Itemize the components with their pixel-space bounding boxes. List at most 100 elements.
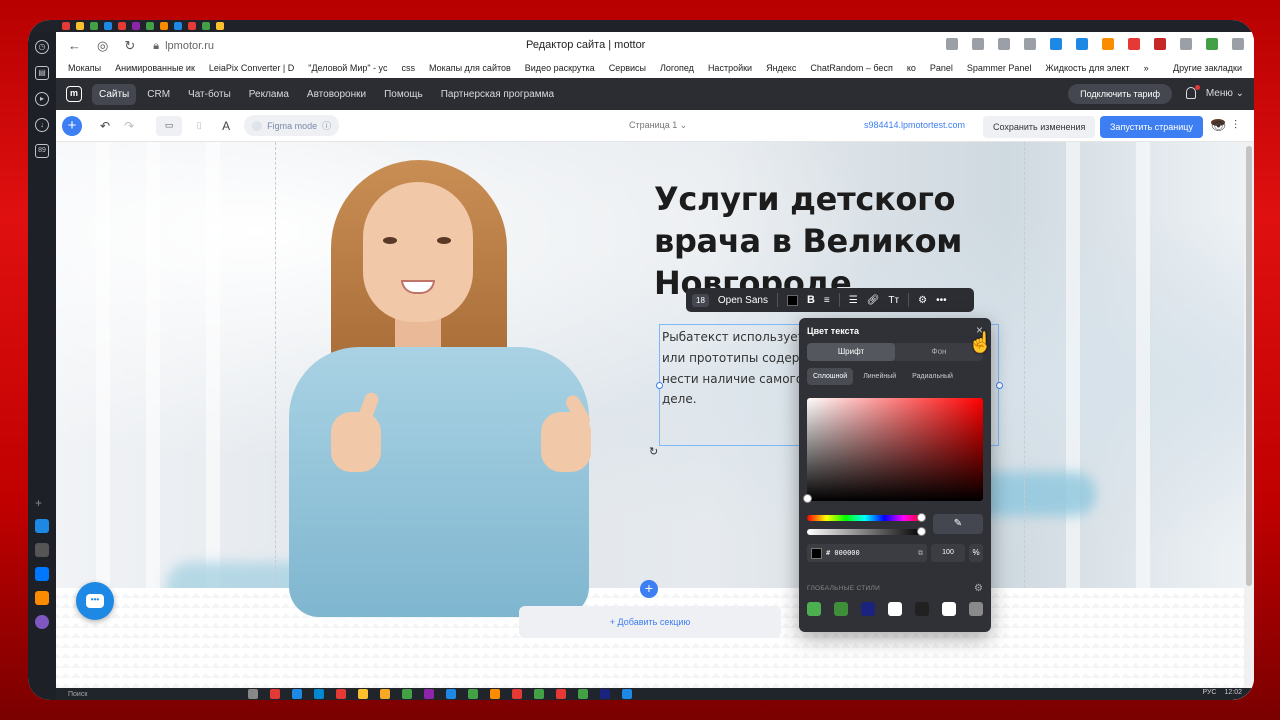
link-icon[interactable]: 🔗︎ <box>867 295 880 306</box>
hue-slider[interactable] <box>807 513 926 522</box>
clock[interactable]: 12:02 <box>1224 689 1242 696</box>
app-icon[interactable] <box>336 689 346 699</box>
extension-icon[interactable] <box>1076 38 1088 50</box>
extension-icon[interactable] <box>1180 38 1192 50</box>
tab-favicon[interactable] <box>188 22 196 30</box>
taskview-icon[interactable] <box>248 689 258 699</box>
swatch[interactable] <box>942 602 956 616</box>
text-case-icon[interactable]: Tт <box>888 295 899 306</box>
menu-dropdown[interactable]: Меню ⌄ <box>1206 88 1244 99</box>
bookmark-item[interactable]: Жидкость для элект <box>1045 63 1129 73</box>
docs-icon[interactable] <box>35 519 49 533</box>
align-icon[interactable]: ≡ <box>824 295 830 306</box>
collections-icon[interactable]: ▤ <box>35 66 49 80</box>
tab-favicon[interactable] <box>202 22 210 30</box>
store-icon[interactable] <box>292 689 302 699</box>
opera-icon[interactable] <box>556 689 566 699</box>
swatch[interactable] <box>915 602 929 616</box>
whatsapp-icon[interactable] <box>578 689 588 699</box>
tab-favicon[interactable] <box>118 22 126 30</box>
eyedropper-icon[interactable]: ✎ <box>933 514 983 534</box>
mail-icon[interactable] <box>35 591 49 605</box>
mode-radial[interactable]: Радиальный <box>906 368 959 385</box>
copy-icon[interactable]: ⧉ <box>918 549 923 558</box>
bookmark-item[interactable]: Логопед <box>660 63 694 73</box>
connect-tariff-button[interactable]: Подключить тариф <box>1068 84 1172 104</box>
bold-button[interactable]: B <box>807 294 815 306</box>
url-field[interactable]: 🔒︎ lpmotor.ru <box>153 40 214 53</box>
reload-icon[interactable]: ↻ <box>124 38 135 54</box>
tab-favicon[interactable] <box>132 22 140 30</box>
bookmark-item[interactable]: Настройки <box>708 63 752 73</box>
p-icon[interactable] <box>35 543 49 557</box>
tab-favicon[interactable] <box>174 22 182 30</box>
menu-item-partners[interactable]: Партнерская программа <box>434 84 561 105</box>
extension-icon[interactable] <box>1102 38 1114 50</box>
extension-icon[interactable] <box>972 38 984 50</box>
swatch[interactable] <box>807 602 821 616</box>
mode-linear[interactable]: Линейный <box>857 368 902 385</box>
tab-favicon[interactable] <box>90 22 98 30</box>
download-icon[interactable]: ↓ <box>35 118 49 132</box>
hex-input[interactable]: # 000000 ⧉ <box>807 544 927 562</box>
undo-icon[interactable]: ↶ <box>100 119 110 133</box>
play-icon[interactable]: ▸ <box>35 92 49 106</box>
bookmarks-overflow[interactable]: » <box>1144 63 1149 73</box>
swatch[interactable] <box>861 602 875 616</box>
extension-icon[interactable] <box>1206 38 1218 50</box>
menu-item-ads[interactable]: Реклама <box>242 84 296 105</box>
tab-favicon[interactable] <box>216 22 224 30</box>
opacity-input[interactable]: 100 <box>931 544 965 562</box>
more-icon[interactable]: ••• <box>936 295 947 306</box>
canvas-scrollbar[interactable] <box>1244 142 1254 700</box>
tab-favicon[interactable] <box>146 22 154 30</box>
extension-icon[interactable] <box>998 38 1010 50</box>
badge-89-icon[interactable]: 89 <box>35 144 49 158</box>
tab-font[interactable]: Шрифт <box>807 343 895 361</box>
text-color-swatch[interactable] <box>786 294 798 306</box>
bookmark-item[interactable]: Видео раскрутка <box>525 63 595 73</box>
bookmark-item[interactable]: LeiaPix Converter | D <box>209 63 294 73</box>
history-icon[interactable]: ◷ <box>35 40 49 54</box>
swatch[interactable] <box>834 602 848 616</box>
tab-favicon[interactable] <box>104 22 112 30</box>
edge-icon[interactable] <box>314 689 324 699</box>
bookmark-item[interactable]: Spammer Panel <box>967 63 1032 73</box>
opacity-knob[interactable] <box>917 527 926 536</box>
hero-heading[interactable]: Услуги детского врача в Великом Новгород… <box>654 178 994 304</box>
tab-favicon[interactable] <box>160 22 168 30</box>
extension-icon[interactable] <box>1128 38 1140 50</box>
app-icon[interactable] <box>402 689 412 699</box>
back-icon[interactable]: ← <box>68 38 81 54</box>
saturation-field[interactable] <box>803 398 983 503</box>
photoshop-icon[interactable] <box>600 689 610 699</box>
gear-icon[interactable]: ⚙ <box>974 583 983 594</box>
launch-page-button[interactable]: Запустить страницу <box>1100 116 1203 138</box>
menu-item-sites[interactable]: Сайты <box>92 83 137 105</box>
woman-photo[interactable] <box>271 142 651 622</box>
resize-handle[interactable] <box>656 382 663 389</box>
font-size[interactable]: 18 <box>692 293 709 307</box>
saturation-knob[interactable] <box>803 494 812 503</box>
menu-item-chatbots[interactable]: Чат-боты <box>181 84 238 105</box>
extension-icon[interactable] <box>1154 38 1166 50</box>
yandex-icon[interactable] <box>270 689 280 699</box>
other-bookmarks[interactable]: Другие закладки <box>1173 63 1242 73</box>
add-element-button[interactable]: + <box>62 115 82 136</box>
list-icon[interactable]: ☰ <box>849 295 858 306</box>
resize-handle[interactable] <box>996 382 1003 389</box>
figma-mode-toggle[interactable]: Figma mode ⓘ <box>244 115 340 136</box>
bookmark-item[interactable]: "Деловой Мир" - ус <box>308 63 387 73</box>
settings-sliders-icon[interactable]: ⫶ <box>1234 118 1237 133</box>
app-icon[interactable] <box>468 689 478 699</box>
redo-icon[interactable]: ↷ <box>124 119 134 133</box>
extension-icon[interactable] <box>1050 38 1062 50</box>
download-icon[interactable] <box>1232 38 1244 50</box>
opacity-slider[interactable] <box>807 527 926 536</box>
menu-item-funnels[interactable]: Автоворонки <box>300 84 373 105</box>
extension-icon[interactable] <box>946 38 958 50</box>
language-indicator[interactable]: РУС <box>1202 689 1216 696</box>
chrome-icon[interactable] <box>358 689 368 699</box>
swatch[interactable] <box>888 602 902 616</box>
bookmark-item[interactable]: ChatRandom – бесп <box>810 63 892 73</box>
